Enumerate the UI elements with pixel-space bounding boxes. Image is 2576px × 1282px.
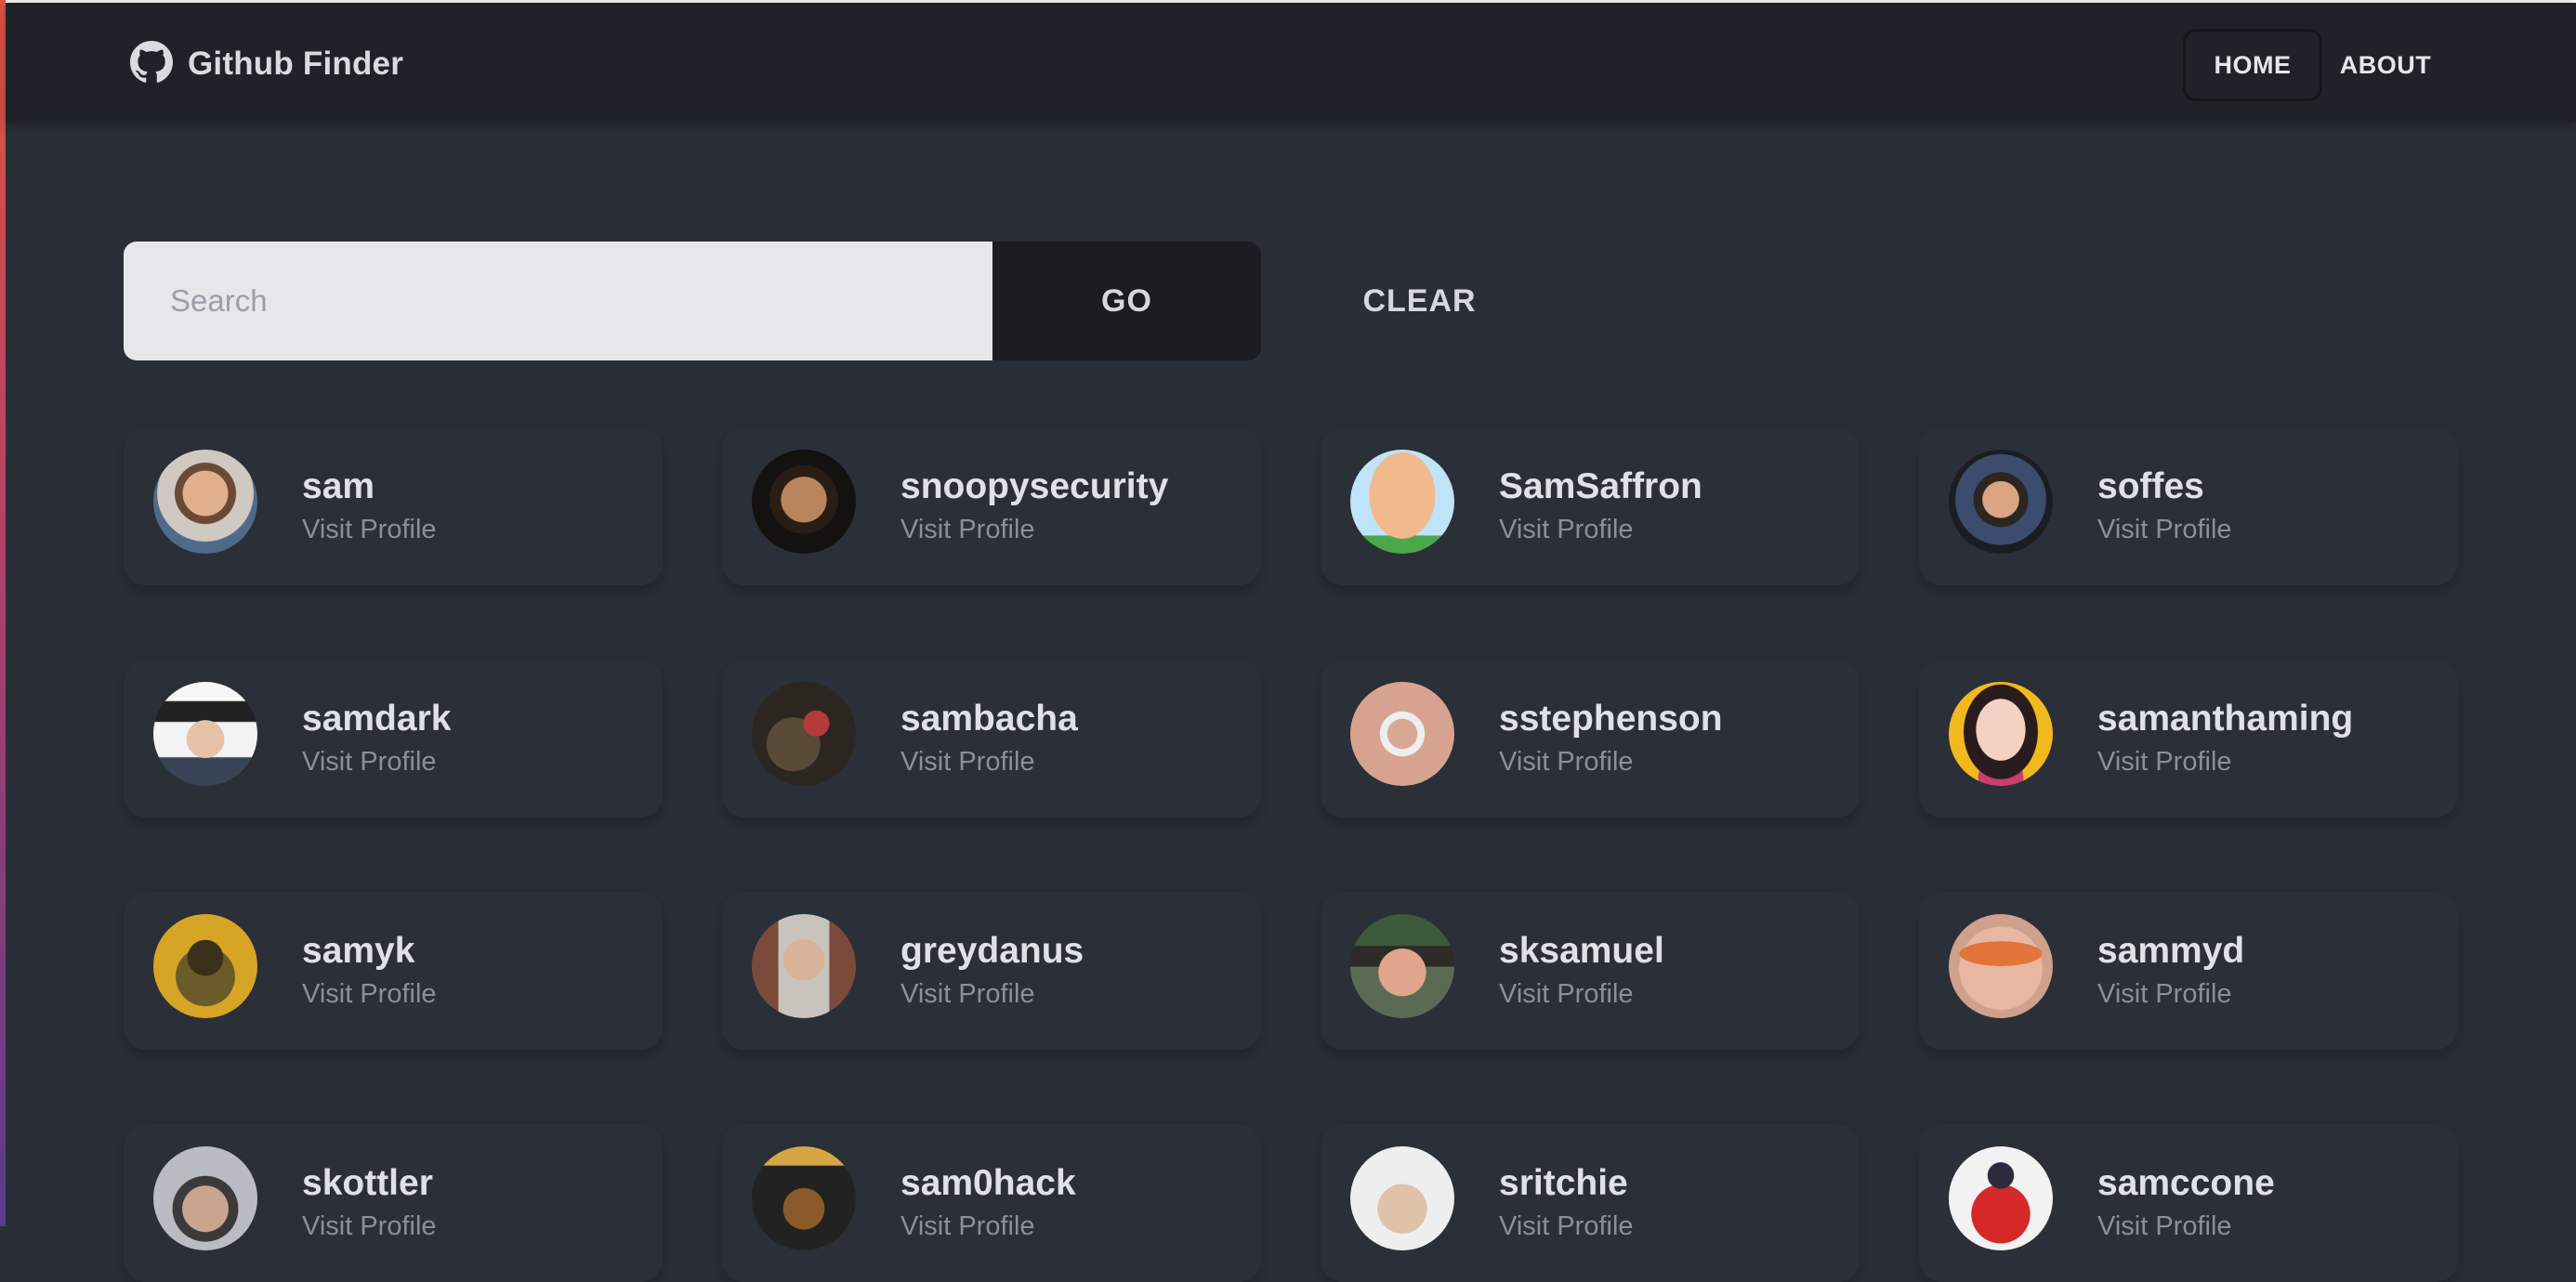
user-card[interactable]: samyk Visit Profile — [124, 892, 663, 1050]
user-card[interactable]: sksamuel Visit Profile — [1321, 892, 1860, 1050]
visit-profile-link[interactable]: Visit Profile — [900, 747, 1035, 778]
username: samccone — [2097, 1163, 2275, 1203]
avatar — [752, 914, 856, 1018]
username: snoopysecurity — [900, 466, 1169, 506]
avatar — [1350, 450, 1454, 554]
visit-profile-link[interactable]: Visit Profile — [2097, 979, 2232, 1010]
user-card[interactable]: greydanus Visit Profile — [722, 892, 1261, 1050]
visit-profile-link[interactable]: Visit Profile — [900, 1211, 1035, 1242]
visit-profile-link[interactable]: Visit Profile — [2097, 515, 2232, 545]
avatar — [1350, 682, 1454, 786]
user-card[interactable]: sritchie Visit Profile — [1321, 1124, 1860, 1282]
username: sam — [302, 466, 375, 506]
avatar — [153, 914, 257, 1018]
user-card[interactable]: snoopysecurity Visit Profile — [722, 427, 1261, 585]
user-card[interactable]: skottler Visit Profile — [124, 1124, 663, 1282]
username: sambacha — [900, 699, 1078, 739]
visit-profile-link[interactable]: Visit Profile — [1499, 979, 1634, 1010]
avatar — [752, 1146, 856, 1250]
navbar: Github Finder HOME ABOUT — [6, 3, 2576, 123]
username: sam0hack — [900, 1163, 1076, 1203]
username: sstephenson — [1499, 699, 1723, 739]
username: soffes — [2097, 466, 2204, 506]
user-card[interactable]: sam Visit Profile — [124, 427, 663, 585]
visit-profile-link[interactable]: Visit Profile — [900, 979, 1035, 1010]
user-card[interactable]: soffes Visit Profile — [1919, 427, 2458, 585]
username: greydanus — [900, 931, 1084, 971]
avatar — [1949, 682, 2053, 786]
search-input[interactable] — [124, 242, 992, 360]
visit-profile-link[interactable]: Visit Profile — [2097, 1211, 2232, 1242]
avatar — [153, 682, 257, 786]
avatar — [752, 450, 856, 554]
user-card[interactable]: SamSaffron Visit Profile — [1321, 427, 1860, 585]
avatar — [1350, 914, 1454, 1018]
username: SamSaffron — [1499, 466, 1702, 506]
visit-profile-link[interactable]: Visit Profile — [302, 979, 437, 1010]
visit-profile-link[interactable]: Visit Profile — [302, 747, 437, 778]
visit-profile-link[interactable]: Visit Profile — [1499, 1211, 1634, 1242]
user-card[interactable]: samccone Visit Profile — [1919, 1124, 2458, 1282]
search-form: GO — [124, 242, 1261, 360]
visit-profile-link[interactable]: Visit Profile — [302, 515, 437, 545]
username: samdark — [302, 699, 452, 739]
avatar — [1949, 1146, 2053, 1250]
nav-home-link[interactable]: HOME — [2183, 29, 2322, 101]
accent-strip — [0, 0, 6, 1226]
visit-profile-link[interactable]: Visit Profile — [302, 1211, 437, 1242]
user-card[interactable]: samanthaming Visit Profile — [1919, 660, 2458, 818]
username: samanthaming — [2097, 699, 2354, 739]
visit-profile-link[interactable]: Visit Profile — [2097, 747, 2232, 778]
user-card[interactable]: sambacha Visit Profile — [722, 660, 1261, 818]
user-card[interactable]: samdark Visit Profile — [124, 660, 663, 818]
avatar — [153, 1146, 257, 1250]
avatar — [1949, 914, 2053, 1018]
brand[interactable]: Github Finder — [130, 40, 404, 88]
go-button[interactable]: GO — [992, 242, 1261, 360]
visit-profile-link[interactable]: Visit Profile — [1499, 747, 1634, 778]
username: sammyd — [2097, 931, 2245, 971]
avatar — [153, 450, 257, 554]
visit-profile-link[interactable]: Visit Profile — [900, 515, 1035, 545]
clear-button[interactable]: CLEAR — [1338, 242, 1501, 360]
user-card[interactable]: sammyd Visit Profile — [1919, 892, 2458, 1050]
avatar — [752, 682, 856, 786]
username: skottler — [302, 1163, 433, 1203]
user-card[interactable]: sstephenson Visit Profile — [1321, 660, 1860, 818]
avatar — [1350, 1146, 1454, 1250]
github-icon — [130, 40, 173, 88]
brand-title: Github Finder — [188, 46, 404, 82]
username: sksamuel — [1499, 931, 1664, 971]
visit-profile-link[interactable]: Visit Profile — [1499, 515, 1634, 545]
avatar — [1949, 450, 2053, 554]
username: sritchie — [1499, 1163, 1628, 1203]
nav-about-link[interactable]: ABOUT — [2329, 29, 2442, 101]
user-card[interactable]: sam0hack Visit Profile — [722, 1124, 1261, 1282]
username: samyk — [302, 931, 415, 971]
